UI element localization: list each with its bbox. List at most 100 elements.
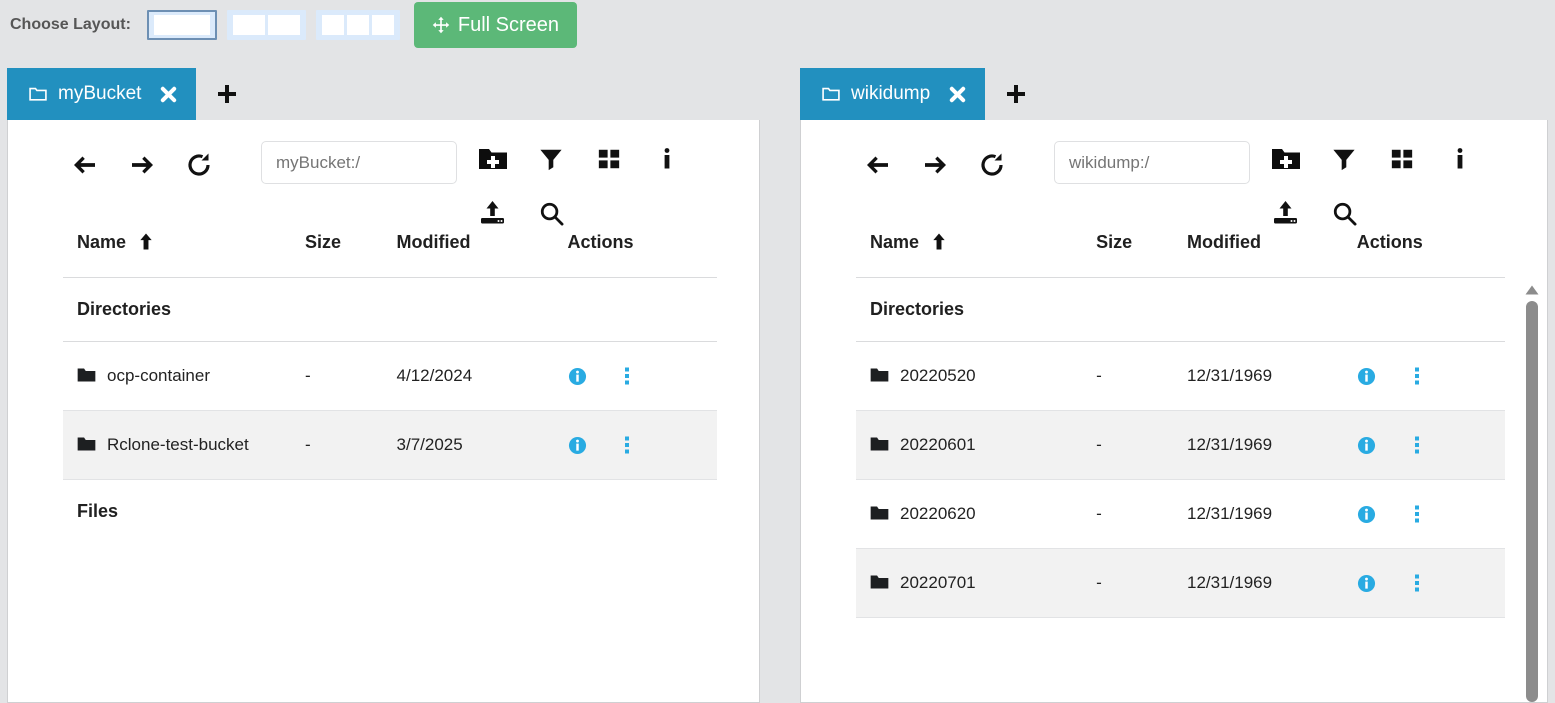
row-size-cell: - (1096, 479, 1187, 549)
row-name-label: ocp-container (107, 366, 211, 385)
layout-cell (346, 15, 369, 35)
row-info-icon[interactable] (1357, 435, 1377, 455)
folder-outline-icon (29, 86, 47, 102)
layout-toolbar: Choose Layout: Full Screen (0, 0, 1555, 50)
path-input-right[interactable] (1054, 141, 1250, 184)
new-folder-icon[interactable] (1271, 144, 1301, 174)
column-header-name[interactable]: Name (856, 232, 1097, 278)
refresh-icon[interactable] (184, 150, 214, 180)
forward-arrow-icon[interactable] (920, 150, 950, 180)
search-icon[interactable] (536, 198, 566, 228)
section-header-files: Files (63, 480, 717, 544)
table-row[interactable]: 20220620 - 12/31/1969 (856, 479, 1505, 549)
row-actions-cell (1342, 341, 1505, 411)
grid-view-icon[interactable] (594, 144, 624, 174)
column-header-modified[interactable]: Modified (1186, 232, 1343, 278)
layout-option-three-pane[interactable] (315, 10, 400, 40)
panel-body-right: Name Size Modified Actions Directories (800, 120, 1548, 703)
row-info-icon[interactable] (567, 366, 587, 386)
folder-icon (870, 505, 889, 521)
add-tab-button-right[interactable] (985, 68, 1047, 120)
row-name-label: 20220701 (900, 573, 976, 592)
layout-option-single-pane[interactable] (146, 10, 217, 40)
panel-body-left: Name Size Modified Actions Directories (7, 120, 760, 703)
section-header-directories: Directories (63, 277, 717, 342)
filter-icon[interactable] (536, 144, 566, 174)
upload-icon[interactable] (478, 198, 508, 228)
file-table-header-right: Name Size Modified Actions (856, 232, 1505, 278)
grid-view-icon[interactable] (1387, 144, 1417, 174)
tab-label: myBucket (58, 83, 142, 104)
path-input-left[interactable] (261, 141, 457, 184)
row-more-menu-icon[interactable] (1407, 573, 1427, 593)
file-table-body-right: Directories 20220520 - 12/31/1969 202206… (856, 277, 1505, 618)
row-more-menu-icon[interactable] (617, 366, 637, 386)
row-info-icon[interactable] (1357, 504, 1377, 524)
search-icon[interactable] (1329, 198, 1359, 228)
upload-icon[interactable] (1271, 198, 1301, 228)
row-modified-cell: 12/31/1969 (1186, 410, 1343, 480)
column-header-modified[interactable]: Modified (396, 232, 554, 278)
full-screen-button[interactable]: Full Screen (413, 2, 578, 48)
scroll-up-arrow-icon[interactable] (1524, 283, 1540, 297)
table-row[interactable]: Rclone-test-bucket - 3/7/2025 (63, 410, 717, 480)
choose-layout-label: Choose Layout: (10, 16, 131, 33)
close-x-icon[interactable] (158, 84, 178, 104)
row-actions-cell (1342, 479, 1505, 549)
back-arrow-icon[interactable] (863, 150, 893, 180)
section-title: Files (77, 501, 119, 521)
table-row[interactable]: ocp-container - 4/12/2024 (63, 341, 717, 411)
table-row[interactable]: 20220701 - 12/31/1969 (856, 548, 1505, 618)
row-size-cell: - (1096, 548, 1187, 618)
close-x-icon[interactable] (947, 84, 967, 104)
row-modified-cell: 12/31/1969 (1186, 479, 1343, 549)
tab-label: wikidump (851, 83, 931, 104)
table-row[interactable]: 20220520 - 12/31/1969 (856, 341, 1505, 411)
column-header-name[interactable]: Name (63, 232, 305, 278)
column-label-name: Name (77, 232, 127, 252)
section-title: Directories (856, 277, 1505, 342)
column-header-actions: Actions (553, 232, 717, 278)
row-actions-cell (1342, 410, 1505, 480)
row-info-icon[interactable] (567, 435, 587, 455)
column-header-size[interactable]: Size (304, 232, 397, 278)
back-arrow-icon[interactable] (70, 150, 100, 180)
row-more-menu-icon[interactable] (617, 435, 637, 455)
action-row-1-right (1271, 132, 1501, 186)
action-buttons-right (1271, 132, 1501, 240)
vertical-scrollbar-right[interactable] (1523, 283, 1541, 702)
layout-option-two-pane[interactable] (226, 10, 306, 40)
table-row[interactable]: 20220601 - 12/31/1969 (856, 410, 1505, 480)
row-info-icon[interactable] (1357, 366, 1377, 386)
scrollbar-thumb[interactable] (1526, 301, 1538, 702)
layout-cell (321, 15, 344, 35)
row-more-menu-icon[interactable] (1407, 435, 1427, 455)
forward-arrow-icon[interactable] (127, 150, 157, 180)
sort-ascending-arrow-icon (139, 233, 153, 250)
row-modified-cell: 12/31/1969 (1186, 548, 1343, 618)
tab-mybucket[interactable]: myBucket (7, 68, 197, 120)
file-table-right: Name Size Modified Actions Directories 2… (856, 232, 1505, 618)
row-name-cell: Rclone-test-bucket (63, 410, 305, 480)
layout-cell (371, 15, 394, 35)
row-name-label: 20220520 (900, 366, 976, 385)
row-name-cell: 20220701 (856, 548, 1097, 618)
row-more-menu-icon[interactable] (1407, 504, 1427, 524)
row-name-cell: 20220520 (856, 341, 1097, 411)
row-name-cell: 20220601 (856, 410, 1097, 480)
tab-wikidump[interactable]: wikidump (800, 68, 986, 120)
row-name-label: Rclone-test-bucket (107, 435, 249, 454)
navigation-buttons-right (863, 150, 1007, 180)
row-info-icon[interactable] (1357, 573, 1377, 593)
refresh-icon[interactable] (977, 150, 1007, 180)
new-folder-icon[interactable] (478, 144, 508, 174)
folder-icon (77, 436, 96, 452)
folder-outline-icon (822, 86, 840, 102)
info-icon[interactable] (652, 144, 682, 174)
add-tab-button-left[interactable] (196, 68, 258, 120)
row-name-cell: ocp-container (63, 341, 305, 411)
column-header-size[interactable]: Size (1096, 232, 1187, 278)
row-more-menu-icon[interactable] (1407, 366, 1427, 386)
info-icon[interactable] (1445, 144, 1475, 174)
filter-icon[interactable] (1329, 144, 1359, 174)
